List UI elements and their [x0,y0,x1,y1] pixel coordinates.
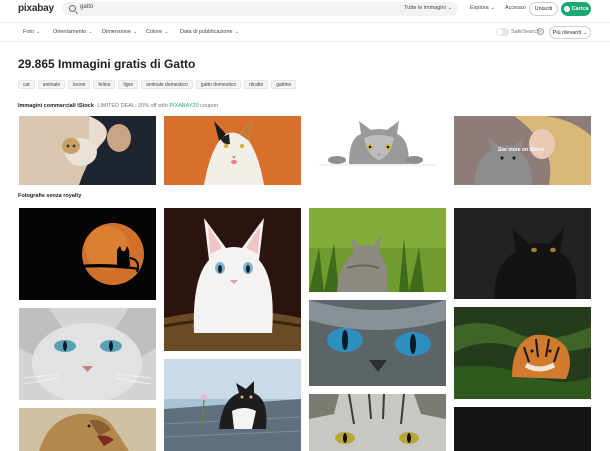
safesearch-toggle[interactable] [496,28,509,36]
join-button[interactable]: Unisciti [529,2,558,16]
upload-icon: ↑ [563,6,570,12]
search-input[interactable]: gatto [80,4,93,10]
chevron-down-icon: ⌄ [36,29,41,35]
istock-image-cat-peeking[interactable] [309,116,446,185]
chevron-down-icon: ⌄ [133,29,138,35]
photo-black-cat[interactable] [454,208,591,299]
filter-date-label: Data di pubblicazione [180,29,233,35]
photo-dark-cat[interactable] [454,407,591,451]
chevron-down-icon: ⌄ [447,4,452,11]
chevron-down-icon: ⌄ [234,29,239,35]
upload-button[interactable]: ↑ Carica [561,2,591,16]
filter-bar: Foto ⌄ Orientamento ⌄ Dimensione ⌄ Colore ⌄ … [0,22,610,42]
istock-promo-text: LIMITED DEAL: 20% off with [97,103,168,109]
istock-title: Immagini commerciali iStock [18,103,94,109]
photo-white-kitten[interactable] [164,208,301,351]
tag-chip[interactable]: tigre [118,80,139,89]
photo-kitten-flower[interactable] [164,359,301,451]
tag-chip[interactable]: felino [93,80,116,89]
tag-chip[interactable]: leone [68,80,91,89]
tag-chip[interactable]: ritratto [244,80,269,89]
related-tags: cat animale leone felino tigre animale d… [18,80,297,89]
top-header: pixabay gatto Tutte le immagini ⌄ Esplora… [0,0,610,19]
tag-chip[interactable]: gatto domestico [195,80,242,89]
photo-blue-eyed-cat[interactable] [19,308,156,400]
explore-label: Esplora [470,5,489,11]
filter-photo-label: Foto [23,29,35,35]
photo-tiger-water[interactable] [454,307,591,399]
safesearch-label: SafeSearch [511,29,540,35]
chevron-down-icon: ⌄ [164,29,169,35]
tag-chip[interactable]: cat [18,80,35,89]
filter-date[interactable]: Data di pubblicazione ⌄ [180,29,239,35]
login-link[interactable]: Accesso [505,5,526,11]
search-bar[interactable]: gatto Tutte le immagini ⌄ [62,2,458,16]
istock-promo: LIMITED DEAL: 20% off with PIXABAY20 cou… [97,103,218,109]
photo-kitten-grass[interactable] [309,208,446,292]
search-icon [69,5,76,12]
see-more-istock-label[interactable]: See more on iStock [498,147,544,153]
istock-coupon-code[interactable]: PIXABAY20 [169,103,198,109]
filter-color-label: Colore [146,29,163,35]
filter-orientation-label: Orientamento [53,29,87,35]
upload-label: Carica [571,6,589,12]
sort-dropdown[interactable]: Più rilevanti ⌄ [549,26,591,39]
chevron-down-icon: ⌄ [583,29,588,36]
info-icon[interactable]: ? [537,28,544,35]
photo-lioness[interactable] [19,408,156,451]
royalty-free-section-title: Fotografie senza royalty [18,193,82,199]
page-title: 29.865 Immagini gratis di Gatto [18,57,196,71]
filter-color[interactable]: Colore ⌄ [146,29,168,35]
photo-tabby-cat-face[interactable] [309,394,446,451]
chevron-down-icon: ⌄ [490,5,495,11]
filter-orientation[interactable]: Orientamento ⌄ [53,29,93,35]
photo-moon-cat[interactable] [19,208,156,300]
tag-chip[interactable]: gattino [271,80,297,89]
istock-section-title: Immagini commerciali iStock LIMITED DEAL… [18,103,218,109]
filter-size[interactable]: Dimensione ⌄ [102,29,137,35]
pixabay-logo[interactable]: pixabay [18,3,54,14]
explore-menu[interactable]: Esplora ⌄ [470,5,495,11]
filter-size-label: Dimensione [102,29,132,35]
istock-image-woman-with-cat[interactable]: See more on iStock [454,116,591,185]
media-type-dropdown[interactable]: Tutte le immagini ⌄ [404,5,452,11]
sort-label: Più rilevanti [552,29,582,36]
istock-promo-end: coupon [200,103,219,109]
media-type-label: Tutte le immagini [404,4,446,11]
chevron-down-icon: ⌄ [88,29,93,35]
photo-cat-eyes-closeup[interactable] [309,300,446,386]
istock-image-cat-held[interactable] [19,116,156,185]
tag-chip[interactable]: animale [37,80,66,89]
istock-image-calico-cat[interactable] [164,116,301,185]
tag-chip[interactable]: animale domestico [141,80,193,89]
filter-photo[interactable]: Foto ⌄ [23,29,40,35]
